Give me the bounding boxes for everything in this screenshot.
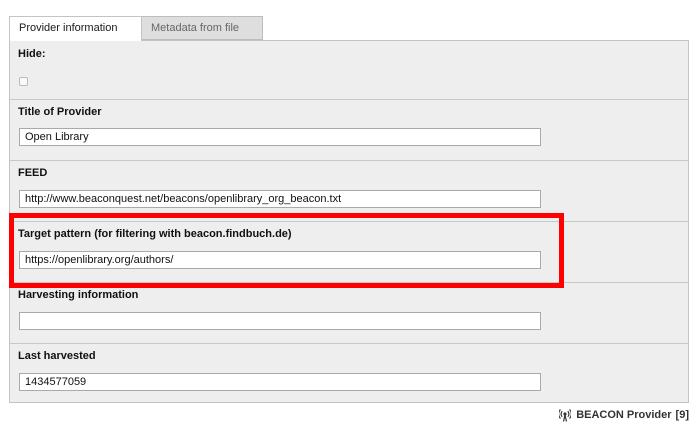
field-row-target-pattern: Target pattern (for filtering with beaco… [10, 221, 688, 282]
harvesting-input[interactable] [19, 312, 541, 330]
record-uid: [9] [675, 409, 689, 421]
hide-label: Hide: [18, 48, 46, 60]
tab-bar: Provider information Metadata from file [9, 16, 691, 41]
feed-input[interactable] [19, 190, 541, 208]
harvesting-label: Harvesting information [18, 289, 139, 301]
field-row-title: Title of Provider [10, 99, 688, 160]
record-footer: BEACON Provider [9] [559, 408, 689, 422]
last-harvested-label: Last harvested [18, 350, 96, 362]
field-row-harvesting: Harvesting information [10, 282, 688, 343]
target-pattern-input[interactable] [19, 251, 541, 269]
tab-metadata-from-file[interactable]: Metadata from file [141, 16, 263, 40]
field-row-hide: Hide: [10, 41, 688, 99]
form-panel: Hide: Title of Provider FEED Target patt… [9, 40, 689, 403]
hide-checkbox[interactable] [19, 77, 28, 86]
beacon-antenna-icon [559, 409, 572, 422]
feed-label: FEED [18, 167, 48, 179]
last-harvested-input[interactable] [19, 373, 541, 391]
field-row-last-harvested: Last harvested [10, 343, 688, 402]
target-pattern-label: Target pattern (for filtering with beaco… [18, 228, 292, 240]
title-label: Title of Provider [18, 106, 102, 118]
tab-provider-information[interactable]: Provider information [9, 16, 142, 41]
field-row-feed: FEED [10, 160, 688, 221]
title-input[interactable] [19, 128, 541, 146]
record-type-label: BEACON Provider [576, 409, 672, 421]
